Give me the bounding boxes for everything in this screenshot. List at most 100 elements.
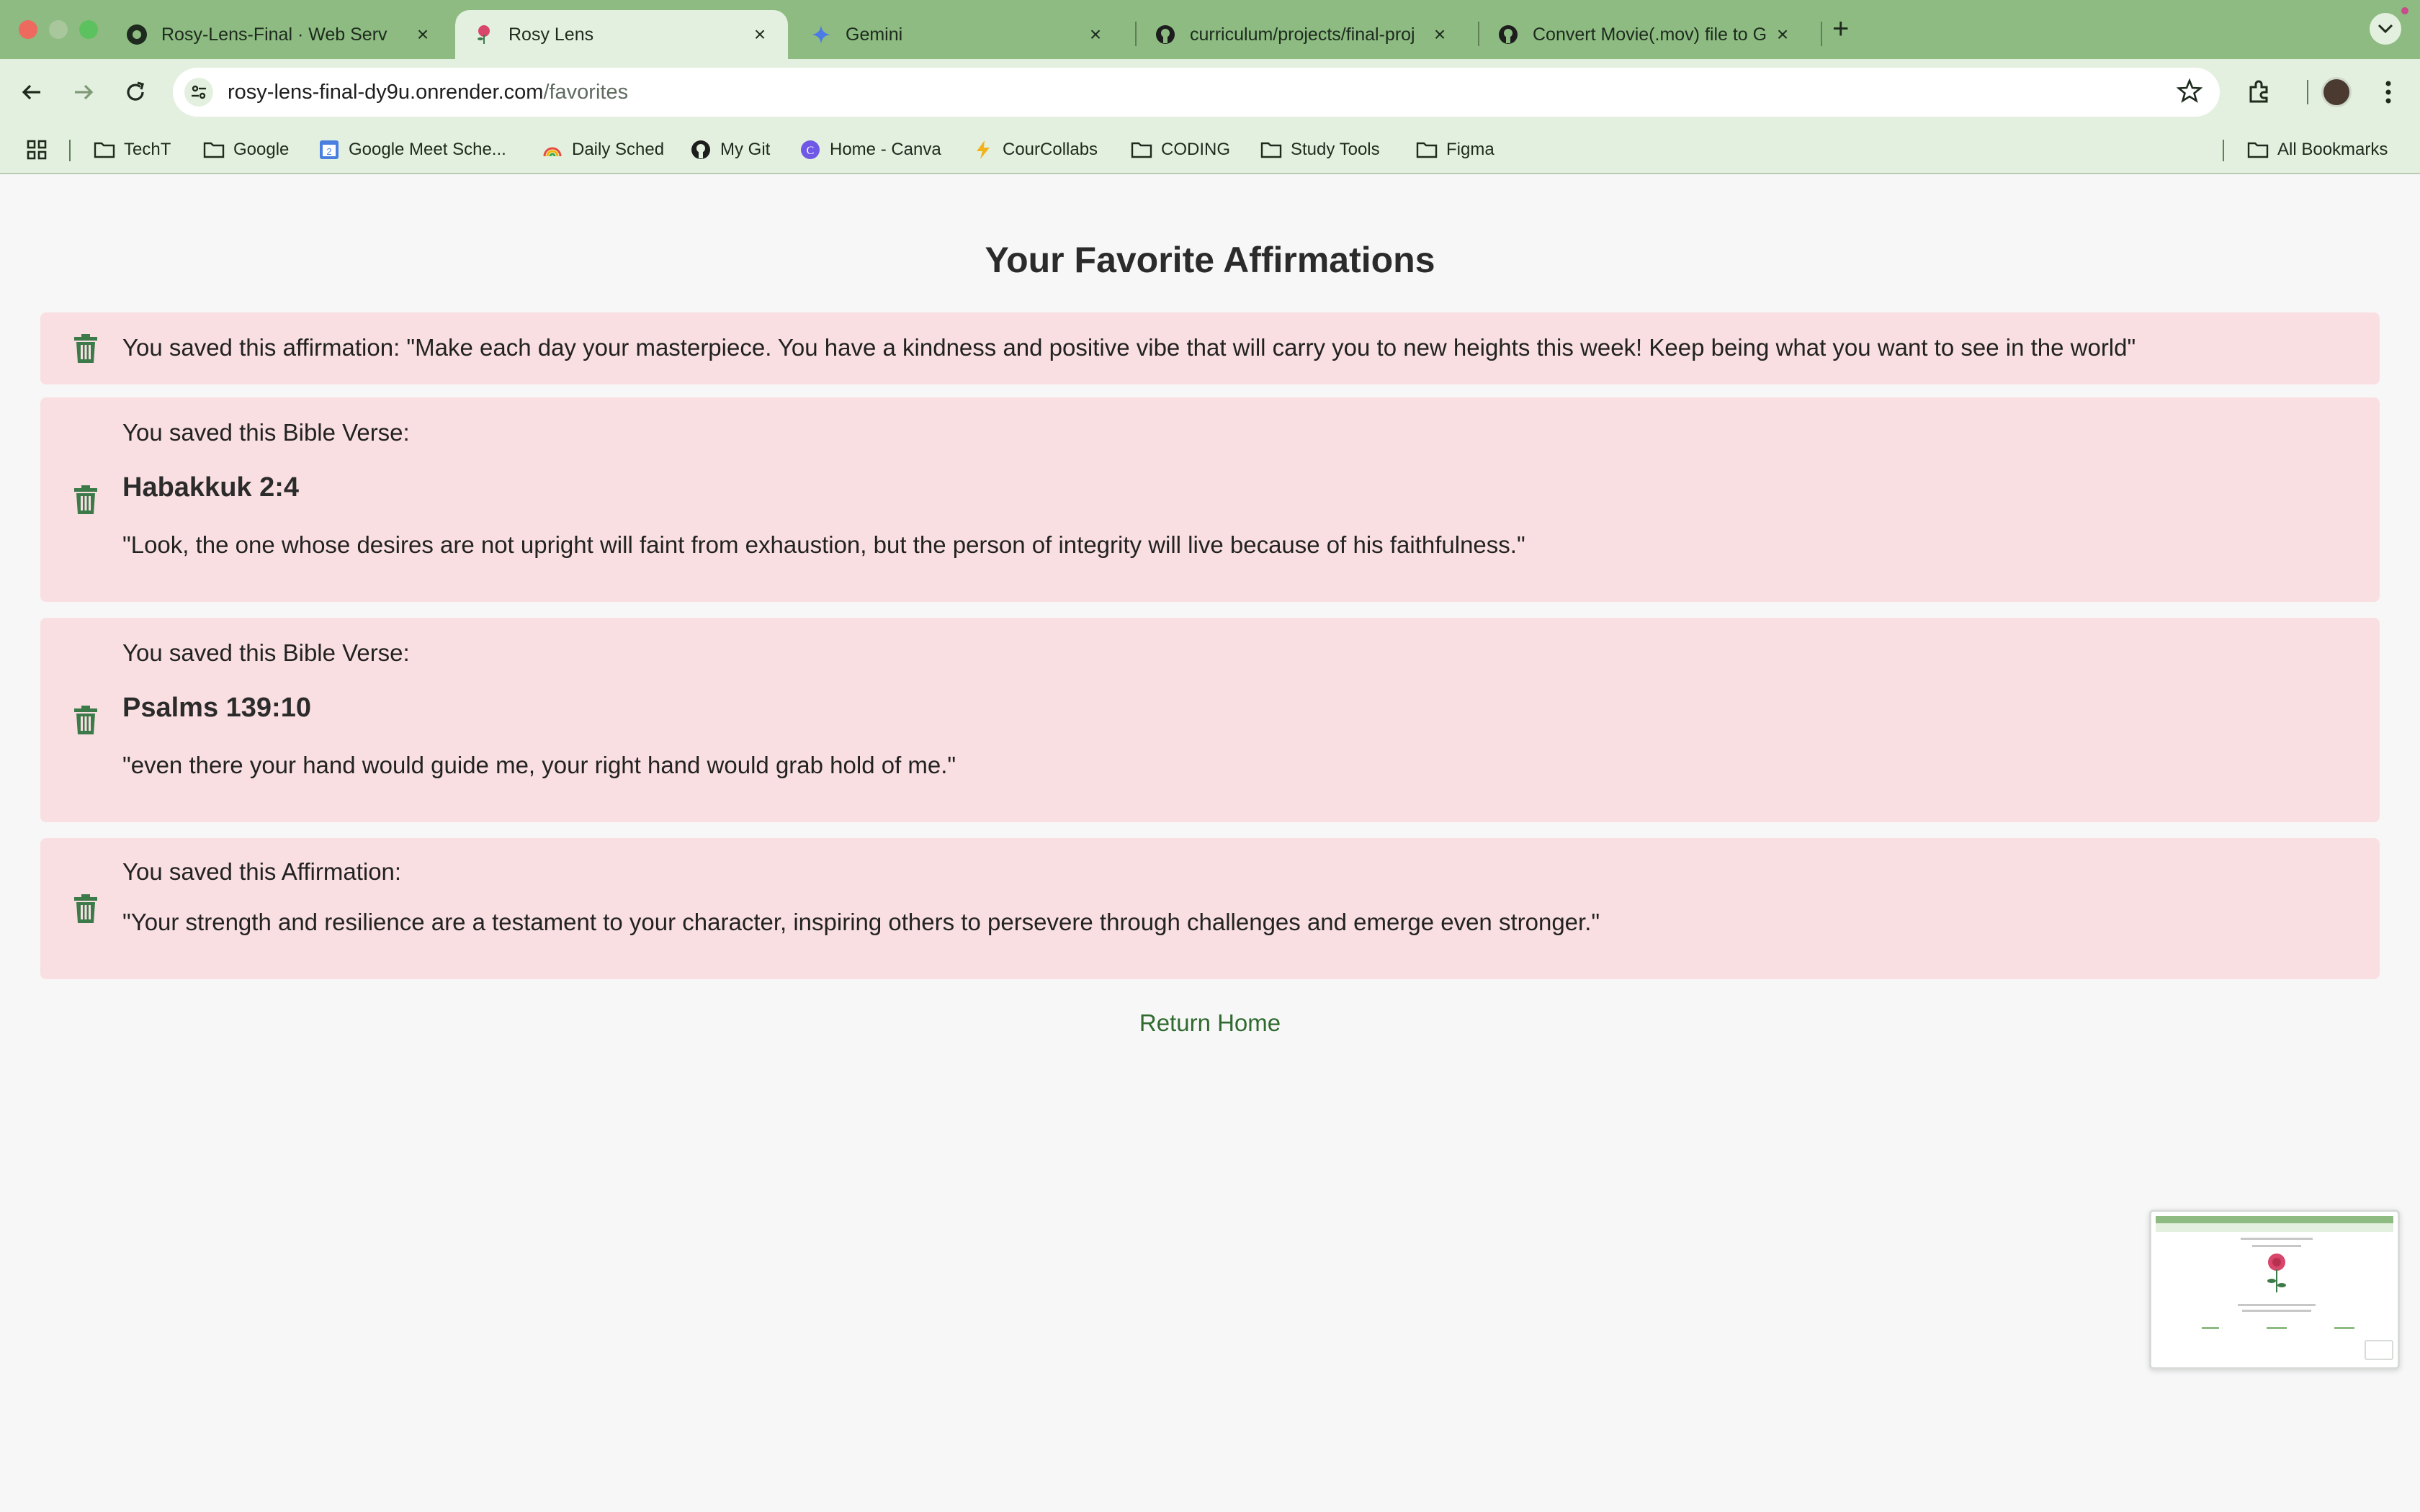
- canva-icon: C: [799, 139, 821, 161]
- preview-subheading: [2252, 1245, 2301, 1247]
- tab-github-convert[interactable]: Convert Movie(.mov) file to G ×: [1479, 10, 1811, 59]
- bookmark-my-git[interactable]: My Git: [690, 135, 770, 164]
- bookmark-google-meet-scheduler[interactable]: 2 Google Meet Sche...: [318, 135, 506, 164]
- preview-toolbar: [2156, 1223, 2393, 1232]
- preview-mini-box: [2365, 1340, 2393, 1360]
- trash-icon[interactable]: [73, 706, 98, 734]
- chevron-down-icon: [2378, 24, 2393, 34]
- trash-icon[interactable]: [73, 894, 98, 923]
- favorite-text: "Your strength and resilience are a test…: [122, 909, 1600, 935]
- folder-icon: [94, 139, 115, 161]
- close-tab-icon[interactable]: ×: [1772, 23, 1793, 46]
- favorite-card: You saved this Bible Verse: Habakkuk 2:4…: [40, 397, 2380, 602]
- favorite-heading: You saved this Bible Verse:: [122, 639, 410, 666]
- bookmark-divider: [2223, 140, 2224, 161]
- tab-title: Gemini: [846, 24, 903, 45]
- tab-title: curriculum/projects/final-proj: [1190, 24, 1415, 45]
- close-tab-icon[interactable]: ×: [412, 23, 434, 46]
- forward-button[interactable]: [65, 73, 102, 111]
- bookmark-study-tools[interactable]: Study Tools: [1260, 135, 1380, 164]
- bookmark-label: Figma: [1446, 140, 1494, 159]
- bookmark-label: My Git: [720, 140, 771, 159]
- trash-icon[interactable]: [73, 334, 98, 363]
- bookmark-google[interactable]: Google: [203, 135, 289, 164]
- minimize-window-button[interactable]: [49, 20, 68, 39]
- tab-title: Rosy Lens: [508, 24, 594, 45]
- verse-reference: Habakkuk 2:4: [122, 472, 300, 503]
- page-title: Your Favorite Affirmations: [985, 240, 1435, 280]
- favorite-text: You saved this affirmation: "Make each d…: [122, 334, 2136, 361]
- close-tab-icon[interactable]: ×: [1429, 23, 1451, 46]
- preview-link: [2334, 1327, 2354, 1329]
- close-tab-icon[interactable]: ×: [1085, 23, 1106, 46]
- preview-tab-strip: [2156, 1216, 2393, 1223]
- svg-text:C: C: [807, 145, 815, 157]
- address-bar[interactable]: rosy-lens-final-dy9u.onrender.com/favori…: [173, 68, 2220, 117]
- favorite-card: You saved this Bible Verse: Psalms 139:1…: [40, 618, 2380, 822]
- tab-gemini[interactable]: Gemini ×: [792, 10, 1124, 59]
- fullscreen-window-button[interactable]: [79, 20, 98, 39]
- window-controls: [19, 20, 98, 39]
- tab-rosy-lens[interactable]: Rosy Lens ×: [455, 10, 788, 59]
- folder-icon: [1416, 139, 1438, 161]
- github-icon: [1497, 23, 1520, 46]
- tab-divider: [1821, 22, 1822, 46]
- favorite-card: You saved this affirmation: "Make each d…: [40, 312, 2380, 384]
- arrow-left-icon: [22, 84, 40, 100]
- tab-search-button[interactable]: [2370, 13, 2401, 45]
- tab-strip: Rosy-Lens-Final · Web Serv × Rosy Lens ×…: [0, 0, 2420, 59]
- folder-icon: [2247, 139, 2269, 161]
- calendar-icon: 2: [318, 139, 340, 161]
- trash-icon[interactable]: [73, 485, 98, 514]
- bookmark-label: CODING: [1161, 140, 1230, 159]
- bookmark-coding[interactable]: CODING: [1131, 135, 1230, 164]
- render-icon: [125, 23, 148, 46]
- github-icon: [1154, 23, 1177, 46]
- puzzle-icon: [2249, 80, 2268, 103]
- return-home-link[interactable]: Return Home: [12, 1009, 2408, 1037]
- page-preview-thumbnail[interactable]: [2149, 1210, 2400, 1369]
- bookmark-label: Daily Sched: [572, 140, 665, 159]
- profile-button[interactable]: [2318, 73, 2355, 111]
- more-vertical-icon: [2385, 81, 2391, 104]
- gemini-icon: [810, 23, 833, 46]
- new-tab-button[interactable]: +: [1832, 13, 1849, 45]
- preview-link: [2202, 1327, 2219, 1329]
- page-content: Your Favorite Affirmations You saved thi…: [12, 176, 2408, 1512]
- favorite-heading: You saved this Affirmation:: [122, 858, 402, 885]
- notification-dot: [2401, 7, 2408, 14]
- bookmark-label: Google Meet Sche...: [349, 140, 506, 159]
- reload-icon: [127, 81, 144, 101]
- site-info-icon[interactable]: [184, 78, 213, 107]
- bookmark-home-canva[interactable]: C Home - Canva: [799, 135, 941, 164]
- apps-grid-icon: [26, 139, 48, 161]
- tab-title: Convert Movie(.mov) file to G: [1533, 24, 1767, 45]
- folder-icon: [1131, 139, 1152, 161]
- avatar: [2321, 77, 2352, 107]
- tab-title: Rosy-Lens-Final · Web Serv: [161, 24, 387, 45]
- close-window-button[interactable]: [19, 20, 37, 39]
- reload-button[interactable]: [117, 73, 154, 111]
- tab-render-dashboard[interactable]: Rosy-Lens-Final · Web Serv ×: [108, 10, 451, 59]
- folder-icon: [1260, 139, 1282, 161]
- apps-button[interactable]: [26, 135, 56, 164]
- back-button[interactable]: [13, 73, 50, 111]
- favorite-card: You saved this Affirmation: "Your streng…: [40, 838, 2380, 979]
- browser-menu-button[interactable]: [2370, 73, 2407, 111]
- bookmark-star-icon[interactable]: [2176, 78, 2203, 107]
- bookmark-label: TechT: [124, 140, 171, 159]
- all-bookmarks-button[interactable]: All Bookmarks: [2247, 135, 2388, 164]
- tab-github-curriculum[interactable]: curriculum/projects/final-proj ×: [1137, 10, 1468, 59]
- preview-heading: [2241, 1238, 2313, 1240]
- browser-toolbar: rosy-lens-final-dy9u.onrender.com/favori…: [0, 59, 2420, 125]
- bookmark-divider: [69, 140, 71, 161]
- bookmark-daily-sched[interactable]: Daily Sched: [542, 135, 664, 164]
- bookmark-techt[interactable]: TechT: [94, 135, 171, 164]
- extensions-button[interactable]: [2240, 73, 2277, 111]
- close-tab-icon[interactable]: ×: [749, 23, 771, 46]
- bookmark-figma[interactable]: Figma: [1416, 135, 1494, 164]
- preview-text: [2242, 1310, 2311, 1312]
- bookmarks-bar: TechT Google 2 Google Meet Sche... Daily…: [0, 125, 2420, 174]
- preview-link: [2267, 1327, 2287, 1329]
- bookmark-courcollabs[interactable]: CourCollabs: [972, 135, 1098, 164]
